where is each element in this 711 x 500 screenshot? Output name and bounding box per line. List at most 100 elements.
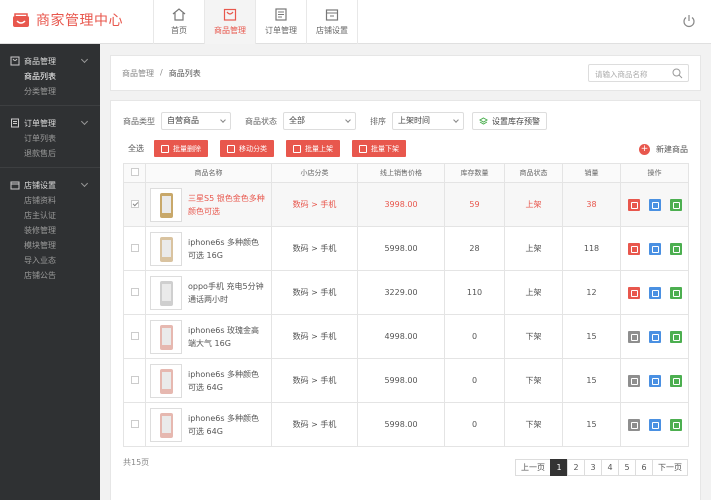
edit-icon[interactable] xyxy=(669,418,682,431)
search-input[interactable]: 请输入商品名称 xyxy=(588,64,689,82)
topnav-home[interactable]: 首页 xyxy=(154,0,205,44)
checkbox[interactable] xyxy=(130,375,139,384)
table-row[interactable]: iphone6s 多种颜色可选 64G 数码 > 手机 5998.00 0 下架 15 xyxy=(123,358,689,403)
trash-icon[interactable] xyxy=(648,286,661,299)
table-row[interactable]: oppo手机 充电5分钟通话两小时 数码 > 手机 3229.00 110 上架 12 xyxy=(123,270,689,315)
product-thumbnail[interactable] xyxy=(150,231,182,266)
status-value: 全部 xyxy=(289,116,305,125)
product-name[interactable]: oppo手机 充电5分钟通话两小时 xyxy=(188,280,266,306)
power-icon[interactable] xyxy=(682,14,696,28)
row-checkbox-cell[interactable] xyxy=(123,226,146,271)
page-button[interactable]: 2 xyxy=(567,459,585,476)
product-cell[interactable]: iphone6s 多种颜色可选 64G xyxy=(145,402,272,447)
edit-icon[interactable] xyxy=(669,330,682,343)
edit-icon[interactable] xyxy=(669,374,682,387)
sidebar-item-product-list[interactable]: 商品列表 xyxy=(0,69,100,84)
thumbs-up-icon[interactable] xyxy=(627,418,640,431)
topnav-store[interactable]: 店铺设置 xyxy=(307,0,358,44)
header-checkbox-col[interactable] xyxy=(123,163,146,183)
sidebar-item-owner-verify[interactable]: 店主认证 xyxy=(0,208,100,223)
product-thumbnail[interactable] xyxy=(150,275,182,310)
trash-icon[interactable] xyxy=(648,242,661,255)
sidebar-item-refund[interactable]: 退款售后 xyxy=(0,146,100,161)
row-checkbox-cell[interactable] xyxy=(123,402,146,447)
product-name[interactable]: iphone6s 多种颜色可选 16G xyxy=(188,236,266,262)
table-row[interactable]: iphone6s 多种颜色可选 64G 数码 > 手机 5998.00 0 下架 15 xyxy=(123,402,689,447)
new-product-button[interactable]: + 新建商品 xyxy=(639,144,688,155)
search-icon[interactable] xyxy=(672,68,683,79)
product-cell[interactable]: 三星S5 银色金色多种颜色可选 xyxy=(145,182,272,227)
page-button[interactable]: 1 xyxy=(550,459,568,476)
move-category-button[interactable]: 移动分类 xyxy=(220,140,274,157)
thumbs-up-icon[interactable] xyxy=(627,330,640,343)
thumbs-up-icon[interactable] xyxy=(627,286,640,299)
product-cell[interactable]: iphone6s 多种颜色可选 64G xyxy=(145,358,272,403)
product-name[interactable]: iphone6s 多种颜色可选 64G xyxy=(188,412,266,438)
table-row[interactable]: 三星S5 银色金色多种颜色可选 数码 > 手机 3998.00 59 上架 38 xyxy=(123,182,689,227)
page-button[interactable]: 5 xyxy=(618,459,636,476)
edit-icon[interactable] xyxy=(669,198,682,211)
row-checkbox-cell[interactable] xyxy=(123,270,146,315)
trash-icon[interactable] xyxy=(648,418,661,431)
thumbs-up-icon[interactable] xyxy=(627,374,640,387)
edit-icon[interactable] xyxy=(669,242,682,255)
stock-alert-button[interactable]: 设置库存预警 xyxy=(472,112,547,130)
trash-icon[interactable] xyxy=(648,374,661,387)
sidebar-item-import[interactable]: 导入业态 xyxy=(0,253,100,268)
checkbox[interactable] xyxy=(130,168,139,176)
product-name[interactable]: iphone6s 多种颜色可选 64G xyxy=(188,368,266,394)
sidebar-group-header[interactable]: 订单管理 xyxy=(0,115,100,131)
move-category-label: 移动分类 xyxy=(239,144,267,153)
bulk-on-button[interactable]: 批量上架 xyxy=(286,140,340,157)
product-cell[interactable]: iphone6s 多种颜色可选 16G xyxy=(145,226,272,271)
topnav-products[interactable]: 商品管理 xyxy=(205,0,256,44)
product-name[interactable]: iphone6s 玫瑰金高端大气 16G xyxy=(188,324,266,350)
bulk-off-button[interactable]: 批量下架 xyxy=(352,140,406,157)
product-thumbnail[interactable] xyxy=(150,319,182,354)
sidebar-group-header[interactable]: 商品管理 xyxy=(0,53,100,69)
product-cell[interactable]: oppo手机 充电5分钟通话两小时 xyxy=(145,270,272,315)
edit-icon[interactable] xyxy=(669,286,682,299)
topnav-orders[interactable]: 订单管理 xyxy=(256,0,307,44)
sidebar-item-order-list[interactable]: 订单列表 xyxy=(0,131,100,146)
checkbox[interactable] xyxy=(130,419,139,428)
sidebar-item-category[interactable]: 分类管理 xyxy=(0,84,100,99)
prev-page-button[interactable]: 上一页 xyxy=(515,459,551,476)
row-checkbox-cell[interactable] xyxy=(123,314,146,359)
sidebar-group-header[interactable]: 店铺设置 xyxy=(0,177,100,193)
status-select[interactable]: 全部 xyxy=(283,112,356,130)
page-button[interactable]: 4 xyxy=(601,459,619,476)
bulk-delete-button[interactable]: 批量删除 xyxy=(154,140,208,157)
product-name[interactable]: 三星S5 银色金色多种颜色可选 xyxy=(188,192,266,218)
sidebar-item-notice[interactable]: 店铺公告 xyxy=(0,268,100,283)
sort-select[interactable]: 上架时间 xyxy=(392,112,464,130)
trash-icon[interactable] xyxy=(648,198,661,211)
type-value: 自营商品 xyxy=(167,116,199,125)
trash-icon[interactable] xyxy=(648,330,661,343)
product-info: iphone6s 多种颜色可选 64G xyxy=(146,407,271,442)
sidebar-item-modules[interactable]: 模块管理 xyxy=(0,238,100,253)
page-button[interactable]: 6 xyxy=(635,459,653,476)
breadcrumb-root[interactable]: 商品管理 xyxy=(122,68,154,79)
product-thumbnail[interactable] xyxy=(150,187,182,222)
table-row[interactable]: iphone6s 多种颜色可选 16G 数码 > 手机 5998.00 28 上架 118 xyxy=(123,226,689,271)
next-page-button[interactable]: 下一页 xyxy=(652,459,688,476)
thumbs-up-icon[interactable] xyxy=(627,198,640,211)
page-button[interactable]: 3 xyxy=(584,459,602,476)
product-thumbnail[interactable] xyxy=(150,363,182,398)
sidebar-item-store-info[interactable]: 店铺资料 xyxy=(0,193,100,208)
type-select[interactable]: 自营商品 xyxy=(161,112,231,130)
product-cell[interactable]: iphone6s 玫瑰金高端大气 16G xyxy=(145,314,272,359)
checkbox[interactable] xyxy=(130,287,139,296)
sidebar-item-decoration[interactable]: 装修管理 xyxy=(0,223,100,238)
thumbs-up-icon[interactable] xyxy=(627,242,640,255)
row-checkbox-cell[interactable] xyxy=(123,358,146,403)
logo[interactable]: 商家管理中心 xyxy=(12,10,123,30)
select-all[interactable]: 全选 xyxy=(128,143,144,154)
product-thumbnail[interactable] xyxy=(150,407,182,442)
table-row[interactable]: iphone6s 玫瑰金高端大气 16G 数码 > 手机 4998.00 0 下架 15 xyxy=(123,314,689,359)
row-checkbox-cell[interactable] xyxy=(123,182,146,227)
checkbox[interactable] xyxy=(130,243,139,252)
checkbox[interactable] xyxy=(130,199,139,208)
checkbox[interactable] xyxy=(130,331,139,340)
